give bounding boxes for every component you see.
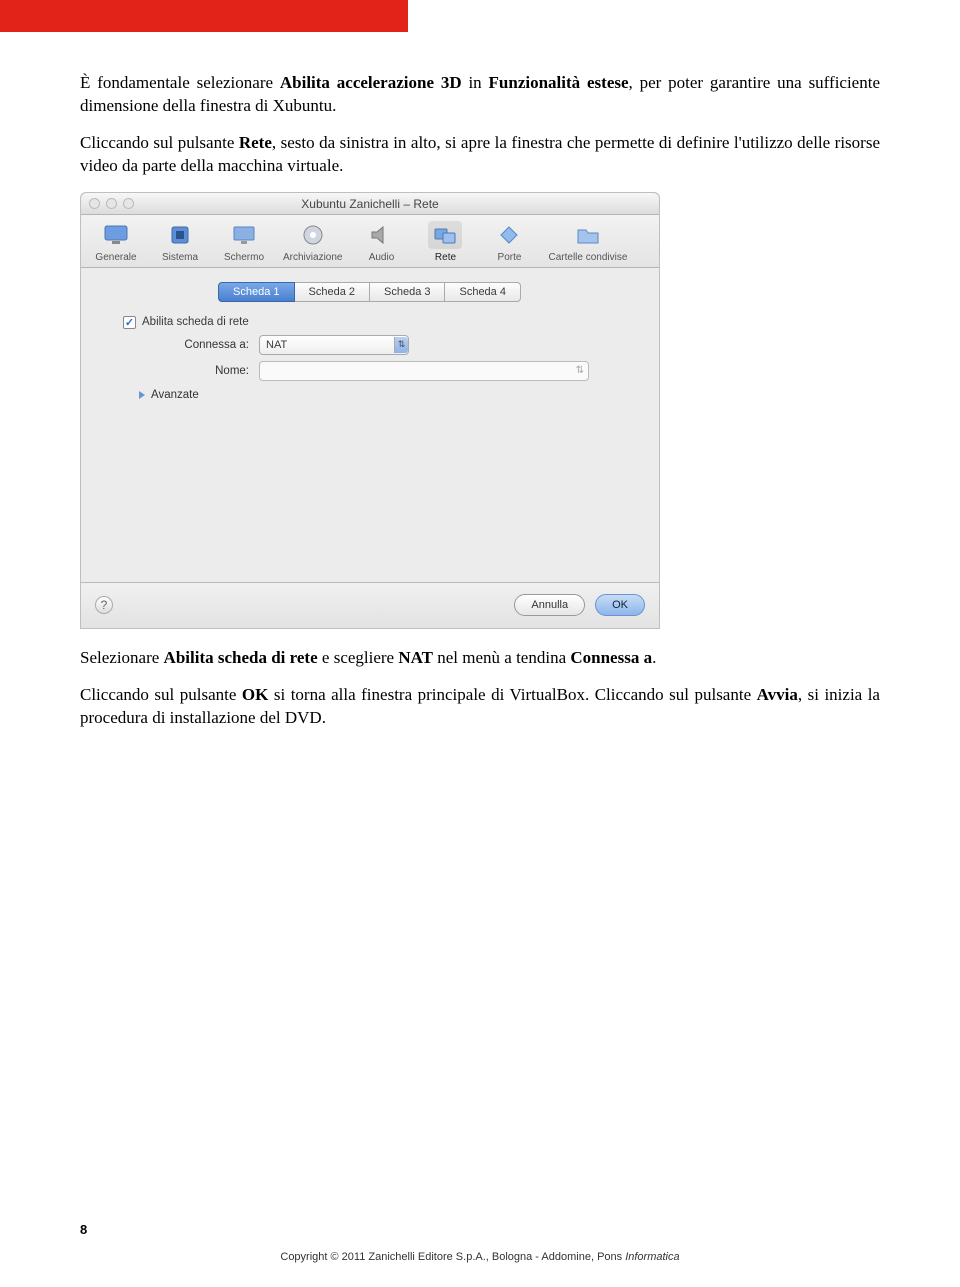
toolbar-archiviazione[interactable]: Archiviazione (283, 221, 342, 263)
bold-text: Connessa a (570, 648, 652, 667)
toolbar: Generale Sistema Schermo Archiviazione (81, 215, 659, 268)
bottom-bar: ? Annulla OK (81, 582, 659, 628)
advanced-label: Avanzate (151, 389, 199, 401)
toolbar-label: Generale (95, 252, 136, 263)
advanced-row[interactable]: Avanzate (139, 389, 641, 401)
window-title: Xubuntu Zanichelli – Rete (301, 197, 438, 211)
zoom-icon[interactable] (123, 198, 134, 209)
toolbar-audio[interactable]: Audio (356, 221, 406, 263)
toolbar-label: Audio (369, 252, 395, 263)
page-number: 8 (80, 1222, 87, 1237)
network-icon (428, 221, 462, 249)
tab-scheda-1[interactable]: Scheda 1 (218, 282, 294, 302)
toolbar-label: Archiviazione (283, 252, 342, 263)
monitor-icon (99, 221, 133, 249)
disk-icon (296, 221, 330, 249)
ports-icon (492, 221, 526, 249)
display-icon (227, 221, 261, 249)
toolbar-rete[interactable]: Rete (420, 221, 470, 263)
cancel-button[interactable]: Annulla (514, 594, 585, 616)
chip-icon (163, 221, 197, 249)
tab-bar: Scheda 1 Scheda 2 Scheda 3 Scheda 4 (99, 282, 641, 302)
tab-scheda-2[interactable]: Scheda 2 (294, 282, 370, 302)
attached-to-select[interactable]: NAT ⇅ (259, 335, 409, 355)
text: nel menù a tendina (433, 648, 570, 667)
enable-adapter-checkbox[interactable] (123, 316, 136, 329)
tab-scheda-4[interactable]: Scheda 4 (444, 282, 520, 302)
name-label: Nome: (139, 365, 249, 377)
toolbar-schermo[interactable]: Schermo (219, 221, 269, 263)
attached-to-row: Connessa a: NAT ⇅ (139, 335, 641, 355)
bold-text: Funzionalità estese (489, 73, 629, 92)
paragraph-4: Cliccando sul pulsante OK si torna alla … (80, 684, 880, 730)
text: Cliccando sul pulsante (80, 685, 242, 704)
cancel-label: Annulla (531, 599, 568, 611)
minimize-icon[interactable] (106, 198, 117, 209)
ok-button[interactable]: OK (595, 594, 645, 616)
toolbar-label: Rete (435, 252, 456, 263)
text: e scegliere (318, 648, 399, 667)
text: in (462, 73, 489, 92)
footer: Copyright © 2011 Zanichelli Editore S.p.… (0, 1251, 960, 1263)
tab-scheda-3[interactable]: Scheda 3 (369, 282, 445, 302)
stepper-icon: ⇅ (576, 365, 584, 376)
bold-text: Avvia (757, 685, 798, 704)
name-field[interactable]: ⇅ (259, 361, 589, 381)
bold-text: Rete (239, 133, 272, 152)
bold-text: NAT (398, 648, 433, 667)
text: È fondamentale selezionare (80, 73, 280, 92)
traffic-lights (89, 198, 134, 209)
chevron-updown-icon: ⇅ (394, 337, 408, 353)
panel: Scheda 1 Scheda 2 Scheda 3 Scheda 4 Abil… (81, 268, 659, 628)
paragraph-1: È fondamentale selezionare Abilita accel… (80, 72, 880, 118)
bold-text: Abilita scheda di rete (164, 648, 318, 667)
paragraph-2: Cliccando sul pulsante Rete, sesto da si… (80, 132, 880, 178)
header-red-bar (0, 0, 408, 32)
close-icon[interactable] (89, 198, 100, 209)
text: . (652, 648, 656, 667)
triangle-right-icon (139, 391, 145, 399)
text: Selezionare (80, 648, 164, 667)
enable-adapter-label: Abilita scheda di rete (142, 316, 249, 328)
toolbar-sistema[interactable]: Sistema (155, 221, 205, 263)
text: si torna alla finestra principale di Vir… (268, 685, 756, 704)
toolbar-label: Cartelle condivise (548, 252, 627, 263)
footer-text: Copyright © 2011 Zanichelli Editore S.p.… (280, 1251, 625, 1263)
bold-text: Abilita accelerazione 3D (280, 73, 462, 92)
text: Cliccando sul pulsante (80, 133, 239, 152)
paragraph-3: Selezionare Abilita scheda di rete e sce… (80, 647, 880, 670)
select-value: NAT (266, 339, 287, 351)
toolbar-label: Porte (498, 252, 522, 263)
toolbar-generale[interactable]: Generale (91, 221, 141, 263)
page-content: È fondamentale selezionare Abilita accel… (80, 72, 880, 744)
footer-italic: Informatica (625, 1251, 679, 1263)
speaker-icon (364, 221, 398, 249)
toolbar-porte[interactable]: Porte (484, 221, 534, 263)
folder-icon (571, 221, 605, 249)
settings-window: Xubuntu Zanichelli – Rete Generale Siste… (80, 192, 660, 629)
name-row: Nome: ⇅ (139, 361, 641, 381)
window-titlebar: Xubuntu Zanichelli – Rete (81, 193, 659, 215)
bold-text: OK (242, 685, 268, 704)
ok-label: OK (612, 599, 628, 611)
toolbar-label: Schermo (224, 252, 264, 263)
toolbar-label: Sistema (162, 252, 198, 263)
help-button[interactable]: ? (95, 596, 113, 614)
enable-adapter-row: Abilita scheda di rete (123, 316, 641, 329)
toolbar-cartelle[interactable]: Cartelle condivise (548, 221, 627, 263)
attached-to-label: Connessa a: (139, 339, 249, 351)
